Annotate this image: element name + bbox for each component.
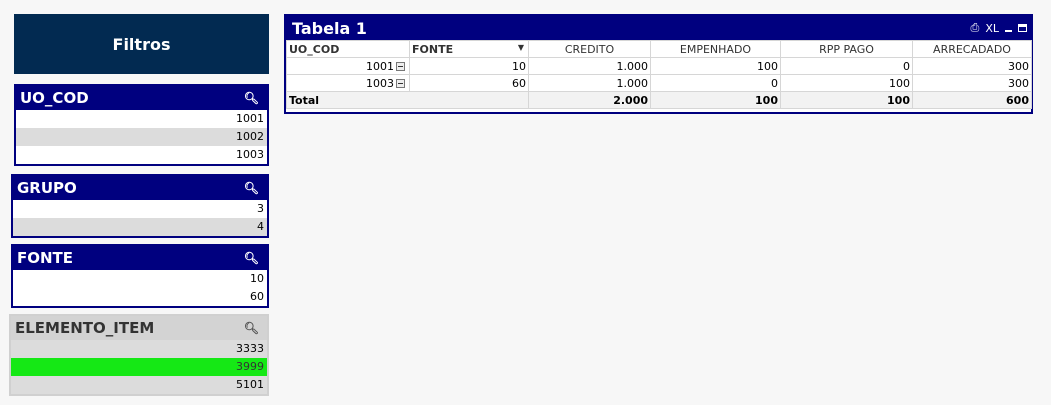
cell-empenhado: 0 (650, 74, 781, 92)
list-item[interactable]: 1001 (16, 110, 267, 128)
column-header-rpp-pago[interactable]: RPP PAGO (780, 40, 913, 58)
list-item[interactable]: 60 (13, 288, 267, 306)
list-item[interactable]: 10 (13, 270, 267, 288)
listbox-fonte[interactable]: FONTE 🔍︎ 10 60 (11, 244, 269, 308)
search-icon[interactable]: 🔍︎ (244, 322, 259, 334)
cell-arrecadado: 300 (912, 57, 1032, 75)
table-tabela-1: Tabela 1 ⎙ XL UO_COD FONTE ▼ CREDITO EMPE… (284, 14, 1033, 114)
listbox-grupo-title: GRUPO (17, 179, 77, 197)
cell-credito: 1.000 (528, 74, 651, 92)
column-header-empenhado[interactable]: EMPENHADO (650, 40, 781, 58)
column-header-arrecadado[interactable]: ARRECADADO (912, 40, 1032, 58)
list-item[interactable]: 5101 (11, 376, 267, 394)
total-label: Total (286, 91, 529, 109)
listbox-fonte-title: FONTE (17, 249, 74, 267)
search-icon[interactable]: 🔍︎ (244, 182, 259, 194)
cell-value: 1001 (366, 59, 394, 73)
print-icon[interactable]: ⎙ (971, 21, 980, 35)
cell-arrecadado: 300 (912, 74, 1032, 92)
column-header-credito[interactable]: CREDITO (528, 40, 651, 58)
list-item[interactable]: 3333 (11, 340, 267, 358)
listbox-elemento-item-caption[interactable]: ELEMENTO_ITEM 🔍︎ (11, 316, 267, 340)
total-arrecadado: 600 (912, 91, 1032, 109)
listbox-grupo[interactable]: GRUPO 🔍︎ 3 4 (11, 174, 269, 238)
list-item[interactable]: 1002 (16, 128, 267, 146)
cell-value: 1003 (366, 76, 394, 90)
total-rpp-pago: 100 (780, 91, 913, 109)
table-row: 1003 60 1.000 0 100 300 (286, 74, 1032, 92)
cell-fonte[interactable]: 60 (409, 74, 529, 92)
sort-down-icon[interactable]: ▼ (518, 43, 524, 52)
list-item[interactable]: 4 (13, 218, 267, 236)
cell-uo-cod[interactable]: 1003 (286, 74, 410, 92)
column-header-fonte[interactable]: FONTE ▼ (409, 40, 529, 58)
cell-fonte[interactable]: 10 (409, 57, 529, 75)
total-credito: 2.000 (528, 91, 651, 109)
table-header-row: UO_COD FONTE ▼ CREDITO EMPENHADO RPP PAGO… (286, 40, 1032, 58)
collapse-icon[interactable] (396, 79, 405, 88)
column-header-uo-cod[interactable]: UO_COD (286, 40, 410, 58)
listbox-uo-cod-caption[interactable]: UO_COD 🔍︎ (16, 86, 267, 110)
listbox-elemento-item-title: ELEMENTO_ITEM (15, 319, 155, 337)
table-caption[interactable]: Tabela 1 ⎙ XL (286, 16, 1031, 40)
search-icon[interactable]: 🔍︎ (244, 252, 259, 264)
search-icon[interactable]: 🔍︎ (244, 92, 259, 104)
collapse-icon[interactable] (396, 62, 405, 71)
cell-uo-cod[interactable]: 1001 (286, 57, 410, 75)
caption-icons: ⎙ XL (971, 21, 1027, 35)
list-item-selected[interactable]: 3999 (11, 358, 267, 376)
minimize-icon[interactable] (1005, 30, 1012, 32)
listbox-fonte-caption[interactable]: FONTE 🔍︎ (13, 246, 267, 270)
listbox-elemento-item[interactable]: ELEMENTO_ITEM 🔍︎ 3333 3999 5101 (9, 314, 269, 396)
listbox-uo-cod-title: UO_COD (20, 89, 89, 107)
total-empenhado: 100 (650, 91, 781, 109)
xl-button[interactable]: XL (985, 22, 999, 35)
cell-empenhado: 100 (650, 57, 781, 75)
column-header-label: UO_COD (289, 42, 340, 56)
list-item[interactable]: 3 (13, 200, 267, 218)
cell-rpp-pago: 0 (780, 57, 913, 75)
cell-rpp-pago: 100 (780, 74, 913, 92)
table-title: Tabela 1 (292, 18, 367, 38)
listbox-uo-cod[interactable]: UO_COD 🔍︎ 1001 1002 1003 (14, 84, 269, 166)
column-header-label: FONTE (412, 42, 454, 56)
table-row: 1001 10 1.000 100 0 300 (286, 57, 1032, 75)
pivot-table: UO_COD FONTE ▼ CREDITO EMPENHADO RPP PAGO… (286, 40, 1032, 109)
listbox-grupo-caption[interactable]: GRUPO 🔍︎ (13, 176, 267, 200)
list-item[interactable]: 1003 (16, 146, 267, 164)
filtros-title: Filtros (112, 34, 171, 54)
table-total-row: Total 2.000 100 100 600 (286, 91, 1032, 109)
cell-credito: 1.000 (528, 57, 651, 75)
maximize-icon[interactable] (1018, 24, 1027, 32)
filtros-header: Filtros (14, 14, 269, 74)
